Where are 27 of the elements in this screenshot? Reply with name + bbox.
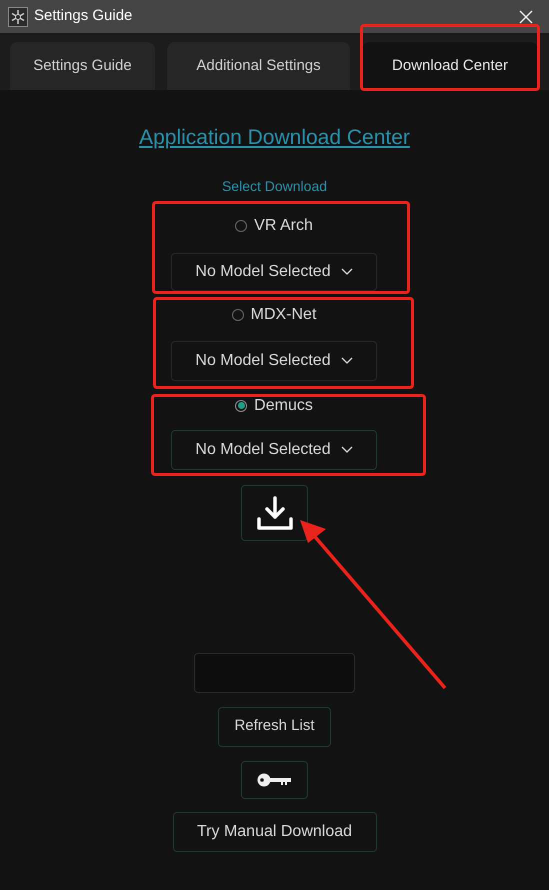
download-button[interactable] [241,484,308,540]
chevron-down-icon [340,356,353,364]
radio-label: Demucs [254,396,313,416]
app-icon [8,6,28,26]
section-label: Select Download [222,176,328,196]
radio-button[interactable] [232,308,244,320]
heading-link[interactable]: Application Download Center [139,122,410,154]
key-icon [256,772,292,786]
refresh-button[interactable]: Refresh List [218,706,331,746]
model-dropdown[interactable]: No Model Selected [171,340,377,380]
radio-button[interactable] [235,220,248,232]
model-dropdown[interactable]: No Model Selected [171,252,377,290]
manual-download-button[interactable]: Try Manual Download [172,812,376,852]
radio-label: MDX-Net [250,304,316,324]
tab[interactable]: Download Center [362,42,538,90]
chevron-down-icon [340,446,353,454]
chevron-down-icon [340,268,353,276]
window-title: Settings Guide [34,6,132,26]
radio-button[interactable] [235,400,248,412]
key-button[interactable] [241,760,308,798]
download-icon [256,494,294,530]
model-dropdown[interactable]: No Model Selected [171,430,377,470]
close-icon[interactable] [519,10,533,24]
tab[interactable]: Additional Settings [167,42,350,90]
tab[interactable]: Settings Guide [10,42,155,90]
radio-label: VR Arch [254,216,313,236]
input-field[interactable] [194,652,355,692]
